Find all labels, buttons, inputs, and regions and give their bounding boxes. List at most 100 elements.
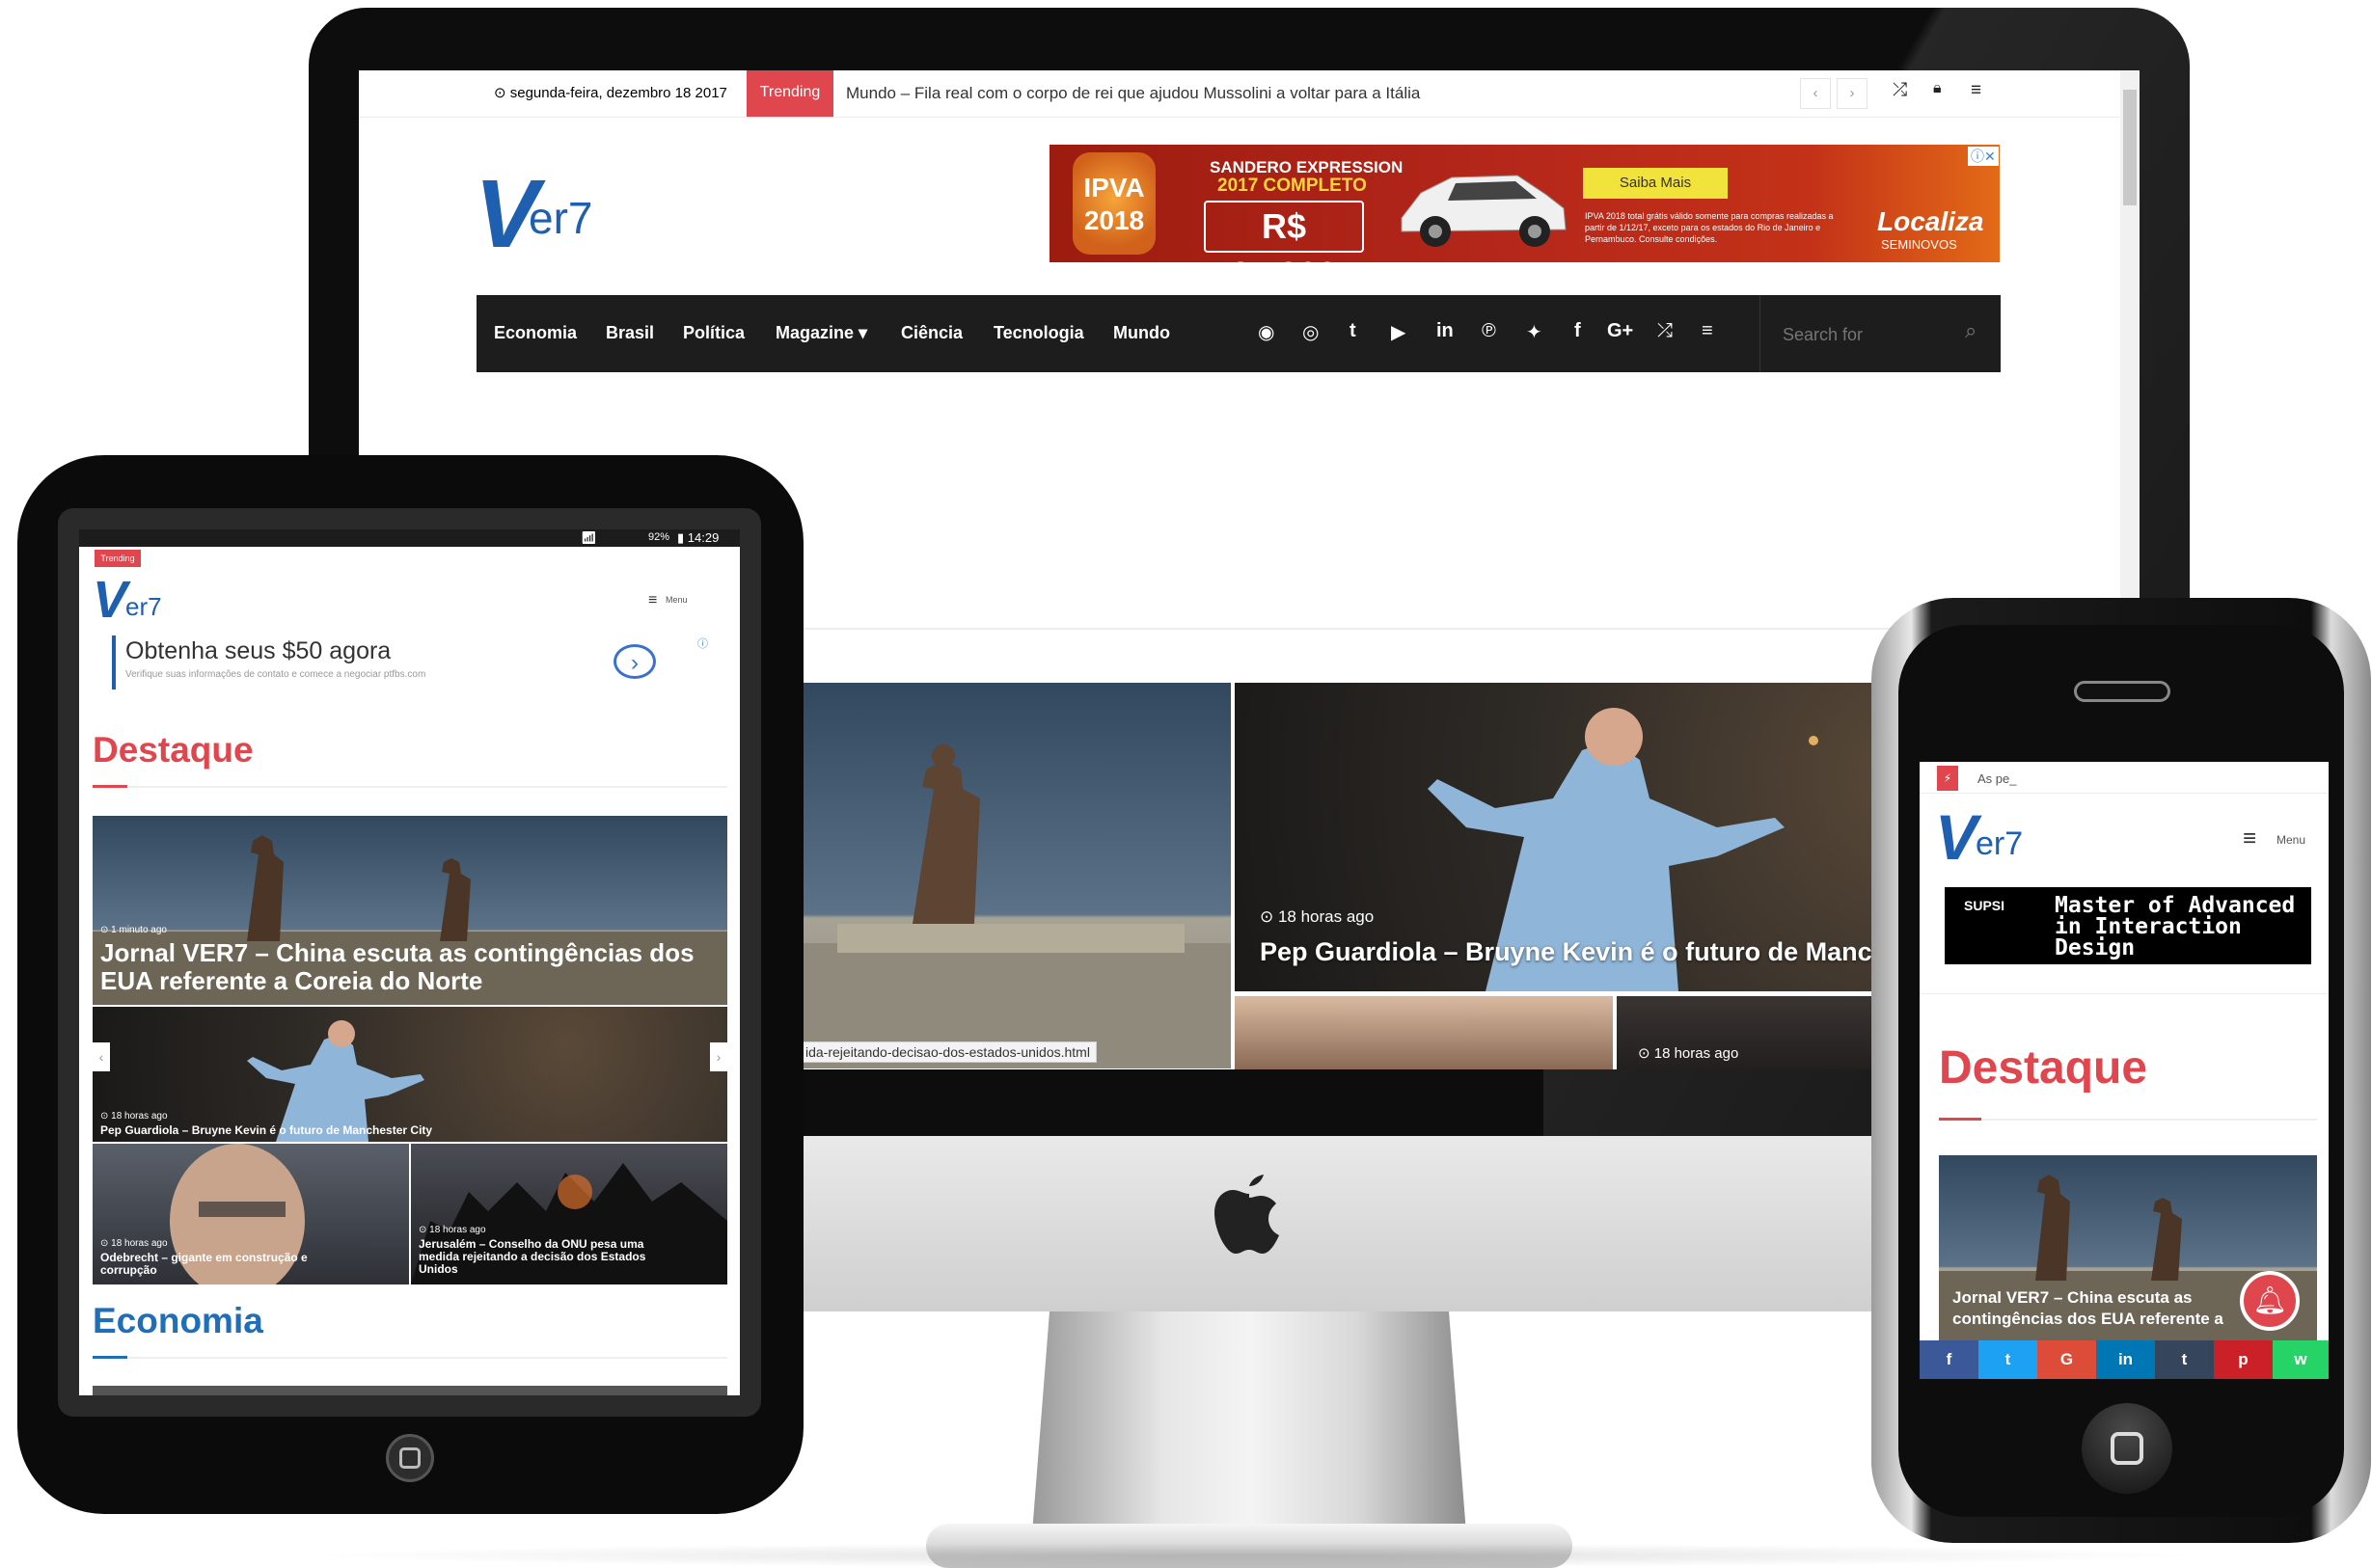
search-input[interactable] <box>1781 320 1958 349</box>
lock-icon[interactable]: 🔒︎ <box>1933 80 1942 97</box>
facebook-icon[interactable]: f <box>1574 320 1581 342</box>
post-title[interactable]: Jornal VER7 – China escuta as contingênc… <box>100 939 718 995</box>
ad-info-icon[interactable]: ⓘ <box>697 635 708 651</box>
status-url: ida-rejeitando-decisao-dos-estados-unido… <box>799 1041 1097 1063</box>
menu-icon[interactable]: ≡ <box>648 592 657 609</box>
trending-headline[interactable]: As pe_ <box>1977 771 2016 786</box>
section-underline <box>93 785 127 788</box>
random-icon[interactable]: ⤮ <box>1893 80 1907 101</box>
featured-image-man[interactable] <box>1235 996 1613 1069</box>
random-icon[interactable]: ⤮ <box>1657 320 1673 342</box>
share-twitter-button[interactable]: t <box>1978 1340 2037 1379</box>
ad-brand: SUPSI <box>1964 898 2005 913</box>
menu-icon[interactable]: ≡ <box>2243 825 2256 852</box>
post-card[interactable]: ⊙ 18 horas ago Odebrecht – gigante em co… <box>93 1144 409 1284</box>
post-time: ⊙ 18 horas ago <box>1638 1045 1739 1062</box>
status-time: ▮ 14:29 <box>677 530 720 545</box>
imac-shadow <box>289 1543 2219 1568</box>
phone-screen: ⚡︎ As pe_ V er7 ≡ Menu SUPSI Master of A… <box>1920 762 2329 1379</box>
ad-line1: SANDERO EXPRESSION <box>1210 158 1404 176</box>
ad-badge: IPVA 2018 <box>1073 152 1156 255</box>
ad-subtitle: Verifique suas informações de contato e … <box>125 669 426 680</box>
nav-item-magazine[interactable]: Magazine ▾ <box>776 323 867 343</box>
site-logo[interactable]: V <box>1935 800 1977 874</box>
post-title[interactable]: Odebrecht – gigante em construção e corr… <box>100 1252 341 1277</box>
section-title: Destaque <box>1939 1042 2148 1094</box>
ad-go-button[interactable]: › <box>613 644 656 679</box>
trending-headline[interactable]: Mundo – Fila real com o corpo de rei que… <box>846 84 1420 103</box>
ad-title[interactable]: Obtenha seus $50 agora <box>125 637 391 665</box>
tumblr-icon[interactable]: t <box>1350 320 1356 342</box>
post-title[interactable]: Jornal VER7 – China escuta as contingênc… <box>1952 1287 2242 1330</box>
rss-icon[interactable]: ◉ <box>1258 320 1274 344</box>
nav-item-ciencia[interactable]: Ciência <box>901 323 963 343</box>
section-title: Economia <box>93 1301 263 1340</box>
trending-bolt-icon: ⚡︎ <box>1937 766 1958 791</box>
post-time: ⊙ 18 horas ago <box>100 1111 168 1122</box>
post-time: ⊙ 18 horas ago <box>1260 907 1375 926</box>
menu-icon[interactable]: ≡ <box>1702 320 1713 342</box>
tablet-screen: 📶︎ 92% ▮ 14:29 Trending V er7 ≡ Menu Obt… <box>79 529 740 1395</box>
post-time: ⊙ 1 minuto ago <box>100 925 167 935</box>
top-date: ⊙ segunda-feira, dezembro 18 2017 <box>494 85 727 101</box>
share-whatsapp-button[interactable]: w <box>2273 1340 2329 1379</box>
nav-item-mundo[interactable]: Mundo <box>1113 323 1170 343</box>
trending-prev-button[interactable]: ‹ <box>1800 78 1831 109</box>
google-plus-icon[interactable]: G+ <box>1607 320 1633 342</box>
divider <box>1939 1119 2317 1121</box>
post-title[interactable]: Pep Guardiola – Bruyne Kevin é o futuro … <box>100 1124 718 1137</box>
section-title: Destaque <box>93 730 254 770</box>
site-logo[interactable]: V <box>93 570 127 630</box>
site-logo-text[interactable]: er7 <box>1976 825 2023 863</box>
ad-close-icon[interactable]: ⓘ✕ <box>1968 147 1999 166</box>
site-logo[interactable]: V <box>475 159 539 270</box>
share-google-button[interactable]: G <box>2037 1340 2096 1379</box>
youtube-icon[interactable]: ▶ <box>1391 320 1405 344</box>
nav-item-politica[interactable]: Política <box>683 323 745 343</box>
menu-icon[interactable]: ≡ <box>1971 80 1981 101</box>
featured-image-statue[interactable] <box>799 683 1231 1068</box>
share-pinterest-button[interactable]: p <box>2214 1340 2273 1379</box>
trending-next-button[interactable]: › <box>1837 78 1868 109</box>
post-card[interactable]: ⊙ 1 minuto ago Jornal VER7 – China escut… <box>93 816 727 1005</box>
ad-cta-button[interactable]: Saiba Mais <box>1583 168 1728 199</box>
post-card[interactable]: ⊙ 18 horas ago Pep Guardiola – Bruyne Ke… <box>93 1007 727 1142</box>
section-underline <box>1939 1118 1981 1121</box>
main-nav: Economia Brasil Política Magazine ▾ Ciên… <box>477 295 2001 372</box>
linkedin-icon[interactable]: in <box>1436 320 1454 342</box>
trending-badge: Trending <box>747 70 833 117</box>
search-icon[interactable]: ⌕ <box>1965 318 1977 343</box>
menu-label[interactable]: Menu <box>666 595 688 605</box>
nav-item-tecnologia[interactable]: Tecnologia <box>994 323 1084 343</box>
nav-item-economia[interactable]: Economia <box>494 323 577 343</box>
divider <box>93 1357 727 1359</box>
slider-prev-button[interactable]: ‹ <box>93 1042 110 1071</box>
imac-stand <box>1032 1311 1466 1533</box>
post-title[interactable]: Jerusalém – Conselho da ONU pesa uma med… <box>419 1238 669 1276</box>
share-tumblr-button[interactable]: t <box>2155 1340 2214 1379</box>
car-image <box>1401 175 1567 247</box>
share-linkedin-button[interactable]: in <box>2096 1340 2155 1379</box>
pinterest-icon[interactable]: ℗ <box>1482 320 1496 342</box>
nav-item-brasil[interactable]: Brasil <box>606 323 654 343</box>
post-card[interactable] <box>93 1386 727 1395</box>
ad-line2: 2017 COMPLETO <box>1217 176 1367 196</box>
ad-text[interactable]: Master of Advanced in Interaction Design <box>2055 895 2315 960</box>
notification-bell-icon[interactable]: 🔔︎ <box>2240 1271 2300 1331</box>
site-logo-text[interactable]: er7 <box>529 192 592 244</box>
home-icon <box>2111 1432 2143 1465</box>
slider-next-button[interactable]: › <box>710 1042 727 1071</box>
share-facebook-button[interactable]: f <box>1920 1340 1978 1379</box>
instagram-icon[interactable]: ◎ <box>1302 320 1319 344</box>
menu-label[interactable]: Menu <box>2277 833 2305 847</box>
phone-speaker <box>2074 681 2170 702</box>
scrollbar-thumb[interactable] <box>2123 90 2137 205</box>
apple-logo-icon <box>1214 1175 1279 1254</box>
section-underline <box>93 1356 127 1359</box>
twitter-icon[interactable]: ✦ <box>1526 320 1542 344</box>
post-card[interactable]: ⊙ 18 horas ago Jerusalém – Conselho da O… <box>411 1144 727 1284</box>
post-title[interactable]: Pep Guardiola – Bruyne Kevin é o futuro … <box>1260 937 1917 967</box>
site-logo-text[interactable]: er7 <box>125 592 162 622</box>
banner-ad[interactable]: IPVA 2018 SANDERO EXPRESSION 2017 COMPLE… <box>1050 145 2000 262</box>
battery-level: 92% <box>648 531 670 543</box>
